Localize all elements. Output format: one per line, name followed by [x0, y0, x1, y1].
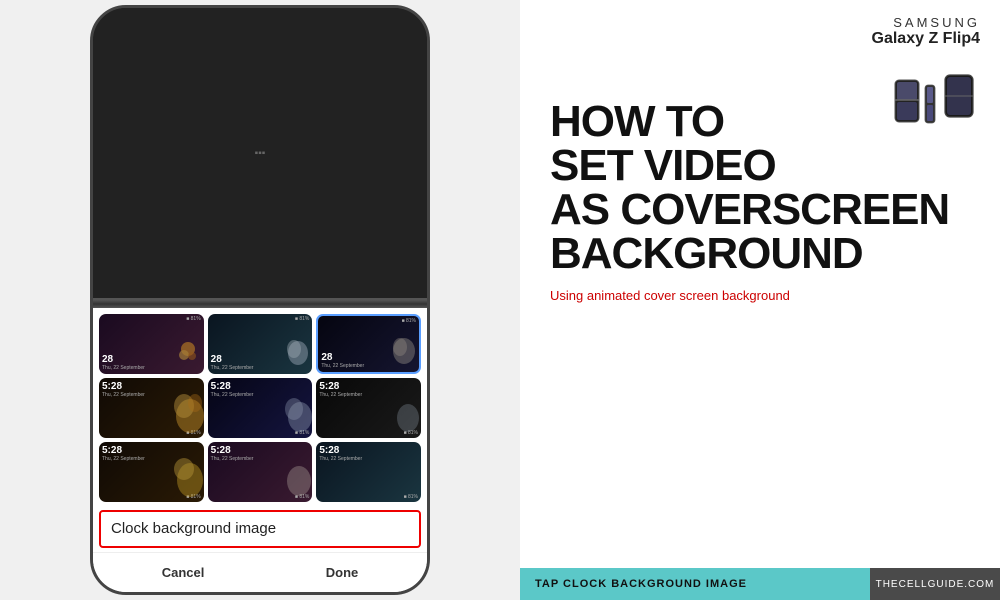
battery-3: ■ 81%	[402, 318, 416, 324]
flip-phone-svg	[890, 60, 980, 130]
grid-row-2: 5:28 Thu, 22 September ■ 81% 5:28 Thu, 2…	[99, 378, 421, 438]
phone-hinge	[93, 300, 427, 308]
time-5: 5:28	[211, 381, 310, 392]
site-label-area: THECELLGUIDE.COM	[870, 568, 1000, 600]
date-1: Thu, 22 September	[102, 365, 145, 371]
watch-thumb-7[interactable]: 5:28 Thu, 22 September ■ 81%	[99, 442, 204, 502]
right-panel: SAMSUNG Galaxy Z Flip4 HOW TO SET VIDEO	[520, 0, 1000, 600]
bottom-bar: TAP CLOCK BACKGROUND IMAGE THECELLGUIDE.…	[520, 568, 1000, 600]
time-6: 5:28	[319, 381, 418, 392]
battery-2: ■ 81%	[295, 316, 309, 322]
phone-illustration	[890, 60, 980, 130]
time-1: 28	[102, 354, 145, 365]
clock-background-box[interactable]: Clock background image	[99, 510, 421, 548]
date-2: Thu, 22 September	[211, 365, 254, 371]
battery-1: ■ 81%	[186, 316, 200, 322]
done-button[interactable]: Done	[306, 561, 379, 584]
samsung-branding: SAMSUNG Galaxy Z Flip4	[872, 15, 980, 48]
watch-thumb-2[interactable]: ■ 81% 28 Thu, 22 September	[208, 314, 313, 374]
bottom-buttons: Cancel Done	[93, 552, 427, 592]
cancel-button[interactable]: Cancel	[142, 561, 225, 584]
heading-line-2: SET VIDEO	[550, 144, 970, 188]
watch-thumb-3-selected[interactable]: ■ 81% 28 Thu, 22 September	[316, 314, 421, 374]
date-9: Thu, 22 September	[319, 456, 418, 462]
watch-thumb-4[interactable]: 5:28 Thu, 22 September ■ 81%	[99, 378, 204, 438]
date-3: Thu, 22 September	[321, 363, 364, 369]
left-panel: ▪▪▪ ■ 81% 28 Thu, 22 September	[0, 0, 520, 600]
clock-background-label: Clock background image	[111, 520, 276, 537]
phone-top-half: ▪▪▪	[93, 8, 427, 300]
grid-row-1: ■ 81% 28 Thu, 22 September	[99, 314, 421, 374]
time-3: 28	[321, 352, 364, 363]
site-label-text: THECELLGUIDE.COM	[876, 579, 995, 590]
grid-row-3: 5:28 Thu, 22 September ■ 81% 5:28 Thu, 2…	[99, 442, 421, 502]
heading-line-4: BACKGROUND	[550, 232, 970, 276]
tap-label-text: TAP CLOCK BACKGROUND IMAGE	[535, 578, 747, 590]
watch-thumb-5[interactable]: 5:28 Thu, 22 September ■ 81%	[208, 378, 313, 438]
time-2: 28	[211, 354, 254, 365]
subheading: Using animated cover screen background	[550, 288, 970, 303]
time-9: 5:28	[319, 445, 418, 456]
watch-thumb-9[interactable]: 5:28 Thu, 22 September ■ 81%	[316, 442, 421, 502]
watch-face-grid: ■ 81% 28 Thu, 22 September	[93, 308, 427, 506]
watch-thumb-6[interactable]: 5:28 Thu, 22 September ■ 81%	[316, 378, 421, 438]
phone-screen: ■ 81% 28 Thu, 22 September	[93, 308, 427, 592]
tap-label-area: TAP CLOCK BACKGROUND IMAGE	[520, 568, 870, 600]
phone-mockup: ▪▪▪ ■ 81% 28 Thu, 22 September	[90, 5, 430, 595]
heading-line-3: AS COVERSCREEN	[550, 188, 970, 232]
time-8: 5:28	[211, 445, 310, 456]
watch-thumb-1[interactable]: ■ 81% 28 Thu, 22 September	[99, 314, 204, 374]
samsung-wordmark: SAMSUNG	[872, 15, 980, 30]
watch-thumb-8[interactable]: 5:28 Thu, 22 September ■ 81%	[208, 442, 313, 502]
product-name: Galaxy Z Flip4	[872, 30, 980, 48]
battery-9: ■ 81%	[404, 494, 418, 500]
